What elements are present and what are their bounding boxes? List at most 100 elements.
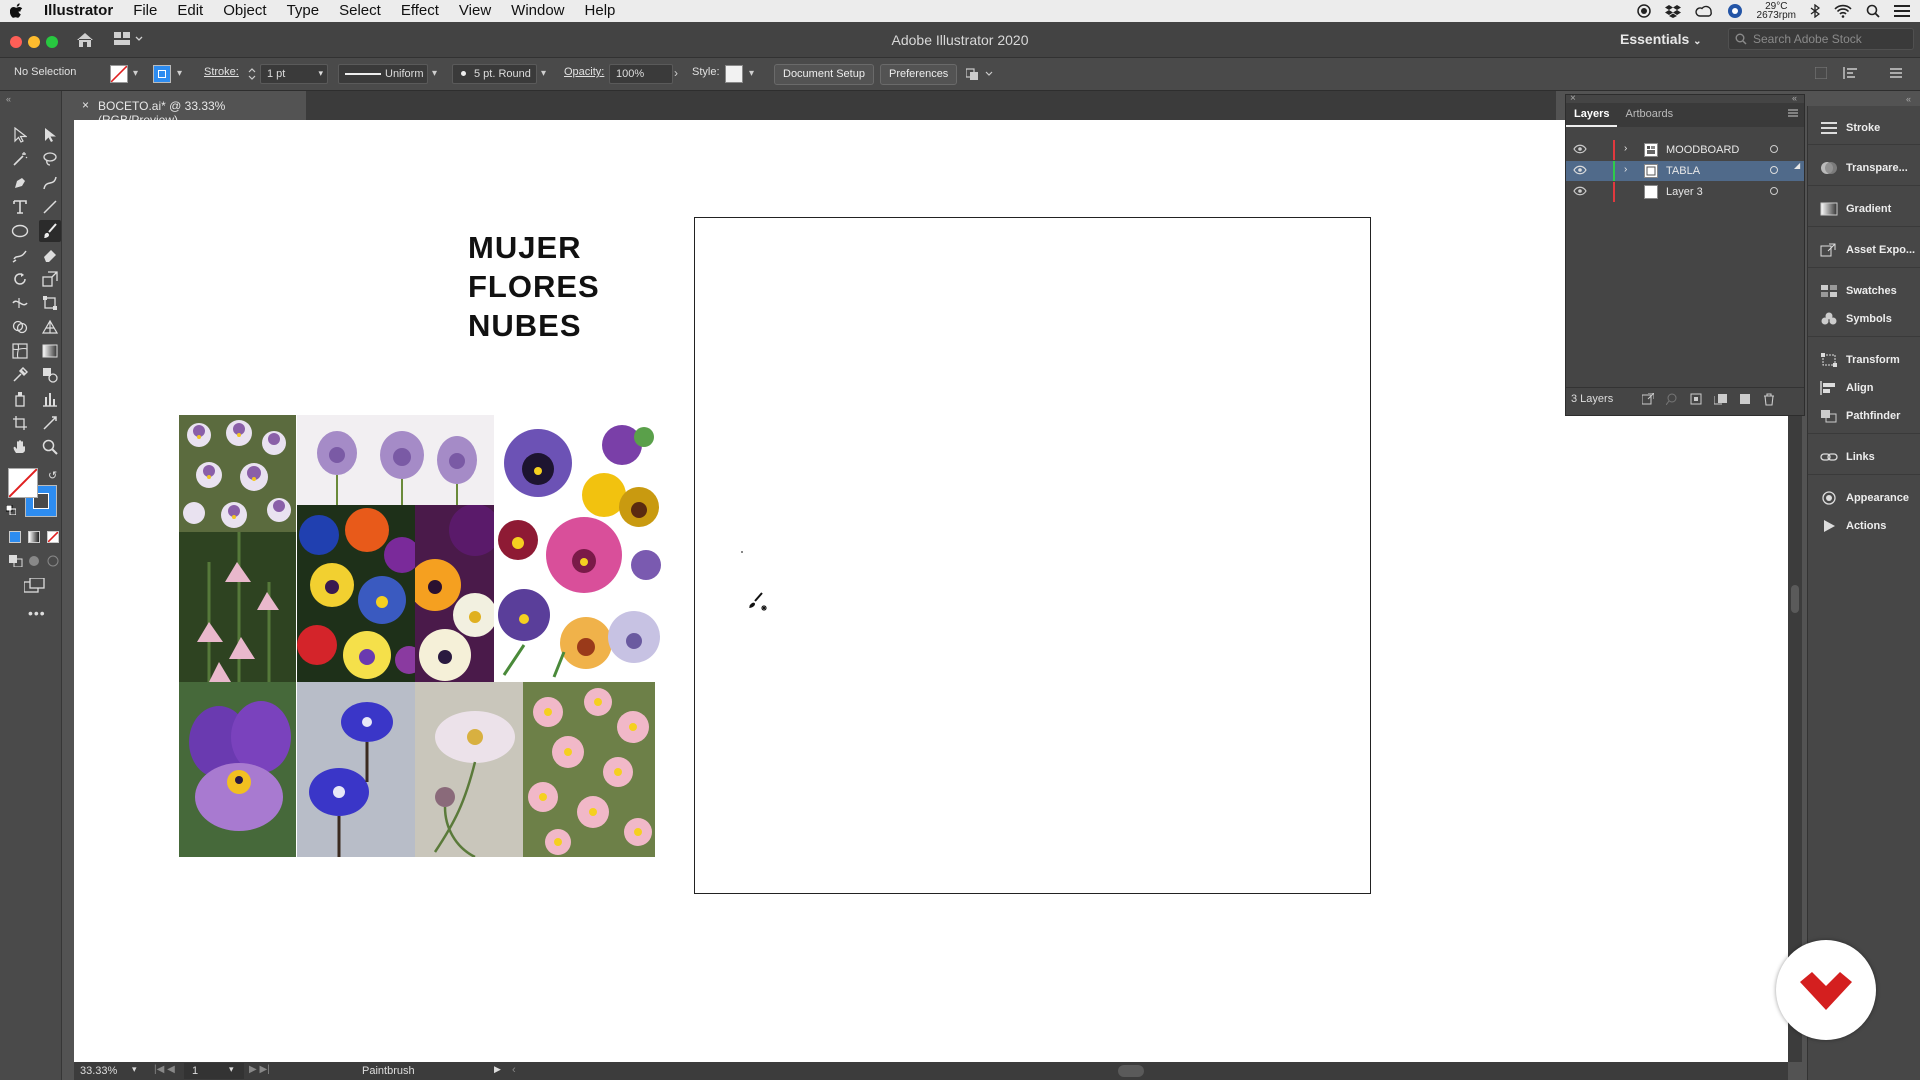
transform-options-icon[interactable] [1843, 67, 1859, 79]
dock-align[interactable]: Align [1808, 376, 1920, 400]
target-circle-icon[interactable] [1770, 187, 1778, 195]
current-tool-status[interactable]: Paintbrush [362, 1065, 415, 1077]
new-sublayer-icon[interactable] [1714, 393, 1728, 405]
curvature-tool-icon[interactable] [39, 172, 61, 194]
zoom-tool-icon[interactable] [39, 436, 61, 458]
perspective-grid-tool-icon[interactable] [39, 316, 61, 338]
layer-row-tabla[interactable]: › TABLA ◢ [1566, 161, 1804, 181]
layer-name[interactable]: Layer 3 [1666, 186, 1703, 198]
edit-toolbar-icon[interactable]: ••• [28, 605, 46, 621]
shaper-tool-icon[interactable] [9, 244, 31, 266]
menu-file[interactable]: File [123, 0, 167, 22]
fill-dropdown-icon[interactable]: ▾ [133, 68, 138, 79]
document-tab[interactable]: × BOCETO.ai* @ 33.33% (RGB/Preview) [78, 91, 306, 127]
eyedropper-tool-icon[interactable] [9, 364, 31, 386]
column-graph-tool-icon[interactable] [39, 388, 61, 410]
eraser-tool-icon[interactable] [39, 244, 61, 266]
draw-behind-icon[interactable] [28, 555, 42, 567]
spotlight-search-icon[interactable] [1866, 4, 1880, 18]
dropbox-icon[interactable] [1664, 4, 1681, 18]
none-mode-icon[interactable] [47, 531, 59, 543]
draw-normal-icon[interactable] [9, 555, 23, 567]
menu-type[interactable]: Type [277, 0, 330, 22]
gradient-tool-icon[interactable] [39, 340, 61, 362]
stroke-color-dropdown-icon[interactable]: ▾ [177, 68, 182, 79]
fill-swatch[interactable] [110, 65, 128, 83]
locate-object-icon[interactable] [1666, 393, 1678, 405]
menu-view[interactable]: View [449, 0, 501, 22]
draw-inside-icon[interactable] [47, 555, 61, 567]
vertical-scroll-thumb[interactable] [1791, 585, 1799, 613]
stroke-stepper-icon[interactable] [248, 67, 256, 81]
direct-selection-tool-icon[interactable] [39, 124, 61, 146]
preferences-button[interactable]: Preferences [880, 64, 958, 85]
color-mode-icon[interactable] [9, 531, 21, 543]
export-layer-icon[interactable] [1642, 393, 1654, 405]
close-tab-icon[interactable]: × [82, 98, 89, 112]
app-menu[interactable]: Illustrator [34, 0, 123, 22]
menu-select[interactable]: Select [329, 0, 391, 22]
first-artboard-icon[interactable]: |◀ ◀ [154, 1064, 175, 1075]
last-artboard-icon[interactable]: ▶ ▶| [249, 1064, 270, 1075]
magic-wand-tool-icon[interactable] [9, 148, 31, 170]
graphic-style-swatch[interactable] [725, 65, 743, 83]
menu-object[interactable]: Object [213, 0, 276, 22]
apple-icon[interactable] [0, 3, 34, 19]
target-circle-icon[interactable] [1770, 145, 1778, 153]
dock-pathfinder[interactable]: Pathfinder [1808, 404, 1920, 428]
status-menu-arrow-icon[interactable]: ▶ [494, 1064, 501, 1075]
variable-width-profile[interactable]: Uniform [338, 64, 428, 84]
collapse-dock-icon[interactable]: « [1906, 94, 1911, 104]
visibility-eye-icon[interactable] [1573, 144, 1587, 154]
dock-swatches[interactable]: Swatches [1808, 279, 1920, 303]
notification-center-icon[interactable] [1894, 4, 1910, 18]
dock-appearance[interactable]: Appearance [1808, 486, 1920, 510]
ellipse-tool-icon[interactable] [9, 220, 31, 242]
record-icon[interactable] [1636, 4, 1651, 18]
layer-name[interactable]: TABLA [1666, 165, 1700, 177]
zoom-level[interactable]: 33.33% [80, 1065, 117, 1077]
menu-window[interactable]: Window [501, 0, 574, 22]
hand-tool-icon[interactable] [9, 436, 31, 458]
wifi-icon[interactable] [1834, 4, 1852, 18]
line-segment-tool-icon[interactable] [39, 196, 61, 218]
dock-stroke[interactable]: Stroke [1808, 116, 1920, 140]
stroke-swatch[interactable] [153, 65, 171, 83]
layer-row-moodboard[interactable]: › MOODBOARD [1566, 140, 1804, 160]
control-menu-icon[interactable] [1890, 68, 1902, 78]
tab-layers[interactable]: Layers [1566, 108, 1618, 127]
dock-actions[interactable]: Actions [1808, 514, 1920, 538]
opacity-label[interactable]: Opacity: [564, 66, 604, 78]
bluetooth-icon[interactable] [1810, 4, 1820, 18]
horizontal-scroll-thumb[interactable] [1118, 1065, 1144, 1077]
dock-links[interactable]: Links [1808, 445, 1920, 469]
swap-fill-stroke-icon[interactable]: ↺ [48, 469, 57, 482]
empty-rectangle-frame[interactable] [694, 217, 1371, 894]
document-setup-button[interactable]: Document Setup [774, 64, 874, 85]
creative-cloud-icon[interactable] [1694, 5, 1713, 17]
menu-help[interactable]: Help [575, 0, 626, 22]
expand-chevron-icon[interactable]: › [1624, 143, 1627, 154]
style-dropdown-icon[interactable]: ▾ [749, 68, 754, 79]
dock-transform[interactable]: Transform [1808, 348, 1920, 372]
width-tool-icon[interactable] [9, 292, 31, 314]
layer-name[interactable]: MOODBOARD [1666, 144, 1739, 156]
delete-layer-icon[interactable] [1763, 393, 1775, 406]
fill-color-box[interactable] [8, 468, 38, 498]
tab-artboards[interactable]: Artboards [1617, 108, 1681, 127]
dock-asset-export[interactable]: Asset Expo... [1808, 238, 1920, 262]
dock-gradient[interactable]: Gradient [1808, 197, 1920, 221]
weather-icon[interactable] [1727, 3, 1743, 19]
artboard-dropdown-icon[interactable]: ▾ [229, 1064, 234, 1075]
stroke-label[interactable]: Stroke: [204, 66, 239, 78]
profile-dropdown-icon[interactable]: ▾ [432, 68, 437, 79]
blend-tool-icon[interactable] [39, 364, 61, 386]
free-transform-tool-icon[interactable] [39, 292, 61, 314]
scroll-left-icon[interactable]: ‹ [512, 1064, 516, 1076]
artboard-number-field[interactable]: 1 [184, 1063, 244, 1079]
slice-tool-icon[interactable] [39, 412, 61, 434]
scale-tool-icon[interactable] [39, 268, 61, 290]
symbol-sprayer-tool-icon[interactable] [9, 388, 31, 410]
zoom-dropdown-icon[interactable]: ▾ [132, 1064, 137, 1075]
menu-effect[interactable]: Effect [391, 0, 449, 22]
